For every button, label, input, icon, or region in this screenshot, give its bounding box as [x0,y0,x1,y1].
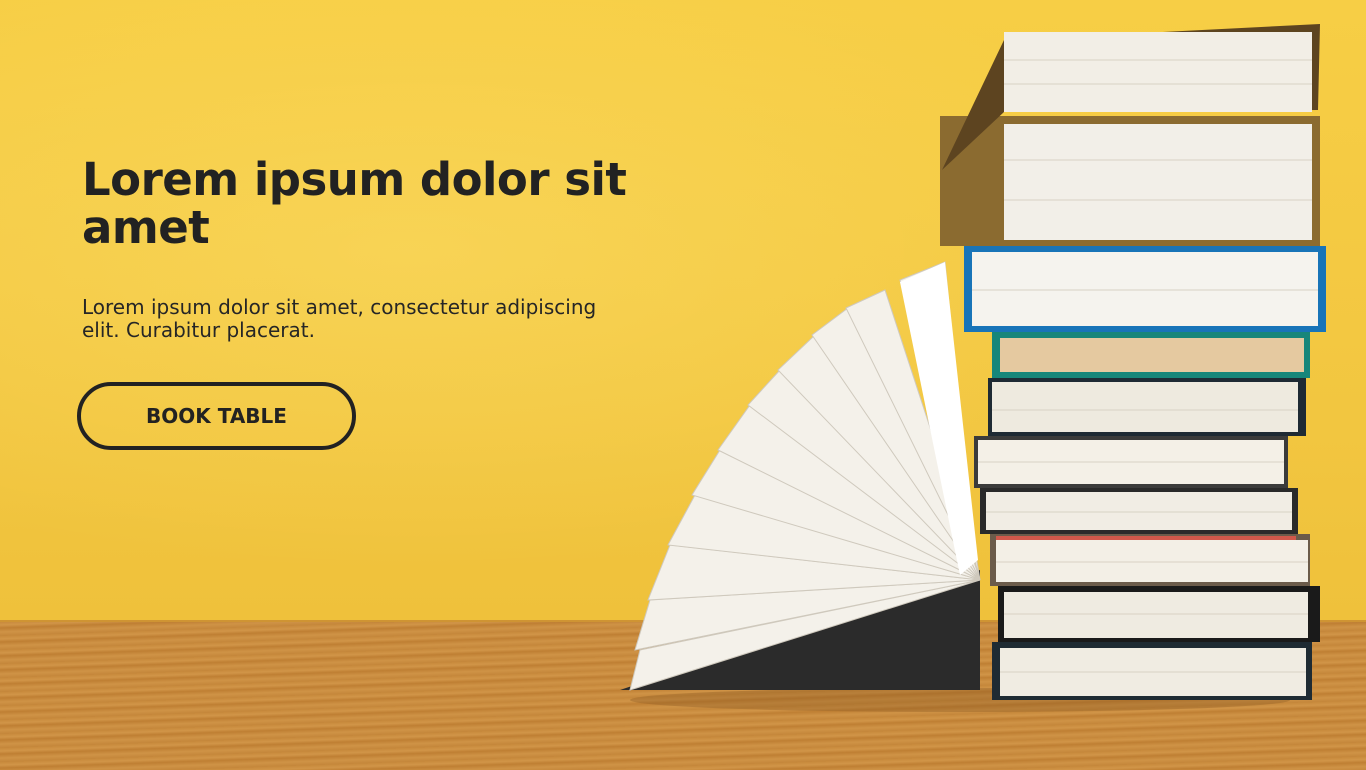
hero-title: Lorem ipsum dolor sit amet [82,153,627,254]
hero-section: Lorem ipsum dolor sit amet Lorem ipsum d… [0,0,1366,770]
stack-of-books-icon [600,0,1366,770]
hero-content: Lorem ipsum dolor sit amet Lorem ipsum d… [82,156,662,342]
book-table-button[interactable]: BOOK TABLE [77,382,356,450]
hero-subtitle: Lorem ipsum dolor sit amet, consectetur … [82,295,597,342]
